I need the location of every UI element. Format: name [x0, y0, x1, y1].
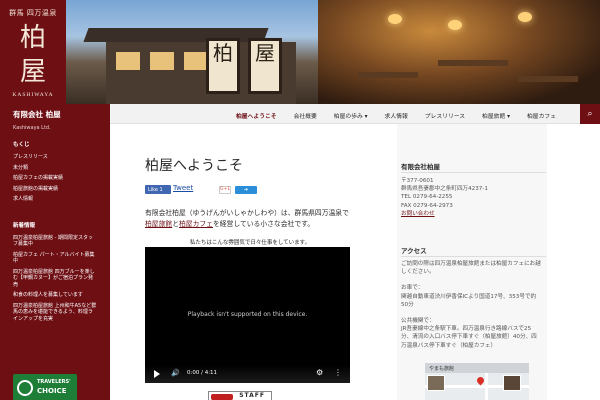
banner-badge	[211, 394, 233, 400]
transit-text: JR吾妻線中之条駅下車。四万温泉行き路線バスで25分、清流の入口バス停下車すぐ（…	[401, 326, 537, 349]
company-heading: 有限会社柏屋	[401, 163, 440, 171]
logo-big-text-1: 柏	[19, 23, 46, 53]
staff-banner[interactable]: STAFF	[208, 391, 272, 400]
nav-item-recruit[interactable]: 求人情報	[385, 104, 408, 124]
site-logo[interactable]: 群馬 四万温泉 柏 屋 KASHIWAYA	[0, 0, 66, 104]
news-item[interactable]: 四万温泉柏屋旅館 四万ブルーを楽しむ【甲鋼カヌー】がご宿泊プラン発売	[0, 267, 110, 291]
map-label: やまも旅館	[425, 363, 529, 373]
photo-roof	[83, 28, 269, 42]
toc-heading: もくじ	[13, 142, 30, 148]
tripadvisor-badge[interactable]: TRAVELERS' CHOICE	[13, 374, 77, 400]
intro-text-part: を経営している小さな会社です。	[212, 219, 315, 228]
page-title: 柏屋へようこそ	[145, 158, 243, 174]
transit-heading: 公共機関で：	[401, 318, 435, 325]
photo-table	[358, 72, 418, 78]
main-content: 柏屋へようこそ Like 1 Tweet G+1 ➜ 有限会社柏屋（ゆうげんがい…	[145, 124, 355, 400]
access-info: ご訪問の際は四万温泉柏屋旅館または柏屋カフェにお越しください。 お車で： 関越自…	[401, 260, 541, 350]
owl-icon	[17, 380, 33, 396]
news-heading: 新着情報	[13, 222, 36, 229]
more-options-icon[interactable]: ⋮	[334, 368, 342, 377]
intro-text: 有限会社柏屋（ゆうげんがいしゃかしわや）は、群馬県四万温泉で柏屋旅館と柏屋カフェ…	[145, 208, 355, 229]
access-intro: ご訪問の際は四万温泉柏屋旅館または柏屋カフェにお越しください。	[401, 261, 541, 276]
phone: TEL 0279-64-2255	[401, 194, 453, 201]
left-sidebar: Kashiwaya Ltd. もくじ プレスリリース 未分類 柏屋カフェの掲載実…	[0, 124, 110, 400]
social-buttons: Like 1 Tweet G+1 ➜	[145, 184, 355, 195]
company-info: 〒377-0601 群馬県吾妻郡中之条町四万4237-1 TEL 0279-64…	[401, 177, 541, 218]
car-text: 関越自動車道渋川伊香保ICより国道17号、353号で約50分	[401, 293, 537, 308]
photo-lantern: 柏	[206, 38, 240, 94]
news-item[interactable]: 四万温泉柏屋旅館 - 期間限定スタッフ募集中	[0, 233, 110, 250]
search-icon[interactable]: ⌕	[580, 104, 600, 124]
contact-link[interactable]: お問い合わせ	[401, 210, 541, 218]
news-item[interactable]: 柏屋カフェ パート・アルバイト募集中	[0, 250, 110, 267]
site-subtitle: Kashiwaya Ltd.	[13, 125, 51, 131]
address: 群馬県吾妻郡中之条町四万4237-1	[401, 186, 488, 193]
photo-window	[116, 52, 140, 70]
nav-menu: 柏屋へようこそ 会社概要 柏屋の歩み ▾ 求人情報 プレスリリース 柏屋旅館 ▾…	[236, 104, 573, 124]
map-pin-icon[interactable]	[475, 375, 486, 386]
cafe-link[interactable]: 柏屋カフェ	[179, 220, 213, 228]
fax: FAX 0279-64-2973	[401, 202, 453, 209]
ryokan-link[interactable]: 柏屋旅館	[145, 220, 172, 228]
play-icon[interactable]	[154, 370, 160, 378]
toc-item[interactable]: 求人情報	[0, 194, 110, 205]
map-photo[interactable]	[427, 375, 445, 391]
header-photo-cafe	[318, 0, 600, 104]
photo-window	[184, 52, 208, 70]
photo-lantern: 屋	[248, 38, 282, 94]
share-count-button[interactable]: ➜	[235, 186, 257, 194]
facebook-like-button[interactable]: Like 1	[145, 185, 171, 194]
badge-line-2: CHOICE	[37, 387, 67, 395]
intro-text-part: と	[172, 219, 179, 228]
logo-top-text: 群馬 四万温泉	[9, 9, 57, 17]
staff-banner-text: STAFF	[239, 392, 265, 399]
photo-table	[518, 76, 578, 82]
toc-item[interactable]: 柏屋カフェの掲載実績	[0, 173, 110, 184]
map-road	[485, 373, 488, 400]
toc-item[interactable]: 未分類	[0, 163, 110, 174]
header-banner: 群馬 四万温泉 柏 屋 KASHIWAYA 柏 屋	[0, 0, 600, 104]
intro-text-part: 有限会社柏屋（ゆうげんがいしゃかしわや）は、群馬県四万温泉で	[145, 209, 349, 217]
nav-item-history[interactable]: 柏屋の歩み ▾	[334, 104, 368, 124]
photo-lamp	[518, 12, 532, 22]
divider	[401, 172, 546, 173]
video-message: Playback isn't supported on this device.	[187, 311, 308, 318]
news-item[interactable]: 和食の料理人を募集しています	[0, 290, 110, 301]
tweet-link[interactable]: Tweet	[173, 184, 193, 192]
badge-line-1: TRAVELERS'	[37, 379, 71, 385]
logo-big-text-2: 屋	[19, 57, 46, 87]
nav-item-company[interactable]: 会社概要	[294, 104, 317, 124]
nav-item-welcome[interactable]: 柏屋へようこそ	[236, 104, 277, 124]
volume-icon[interactable]: 🔊	[171, 369, 180, 377]
photo-window	[150, 52, 174, 70]
embedded-map[interactable]: やまも旅館	[425, 363, 529, 400]
header-photo-exterior: 柏 屋	[66, 0, 318, 104]
access-heading: アクセス	[401, 247, 427, 255]
photo-table	[438, 60, 508, 66]
divider	[401, 256, 546, 257]
logo-bottom-text: KASHIWAYA	[12, 92, 54, 98]
toc-item[interactable]: プレスリリース	[0, 152, 110, 163]
video-player[interactable]: Playback isn't supported on this device.…	[145, 247, 350, 383]
video-time: 0:00 / 4:11	[187, 370, 218, 376]
video-caption: 私たちはこんな雰囲気で日々仕事をしています。	[189, 240, 311, 246]
gear-icon[interactable]: ⚙	[316, 368, 323, 377]
nav-item-cafe[interactable]: 柏屋カフェ	[527, 104, 556, 124]
google-plus-button[interactable]: G+1	[219, 186, 231, 194]
toc-item[interactable]: 柏屋旅館の掲載実績	[0, 184, 110, 195]
postal-code: 〒377-0601	[401, 178, 434, 184]
photo-lamp	[388, 14, 402, 24]
right-sidebar: 有限会社柏屋 〒377-0601 群馬県吾妻郡中之条町四万4237-1 TEL …	[397, 124, 547, 400]
car-heading: お車で：	[401, 285, 424, 292]
video-controls: 🔊 0:00 / 4:11 ⚙ ⋮	[145, 365, 350, 383]
nav-item-press[interactable]: プレスリリース	[425, 104, 465, 124]
news-item[interactable]: 四万温泉柏屋旅館 上州和牛A5など群馬の恵みを堪能できるよう、料理ラインアップを…	[0, 301, 110, 325]
photo-lamp	[448, 20, 462, 30]
site-title[interactable]: 有限会社 柏屋	[0, 104, 110, 124]
nav-item-ryokan[interactable]: 柏屋旅館 ▾	[482, 104, 510, 124]
arrow-icon: ➜	[243, 187, 249, 193]
map-photo[interactable]	[503, 375, 521, 391]
